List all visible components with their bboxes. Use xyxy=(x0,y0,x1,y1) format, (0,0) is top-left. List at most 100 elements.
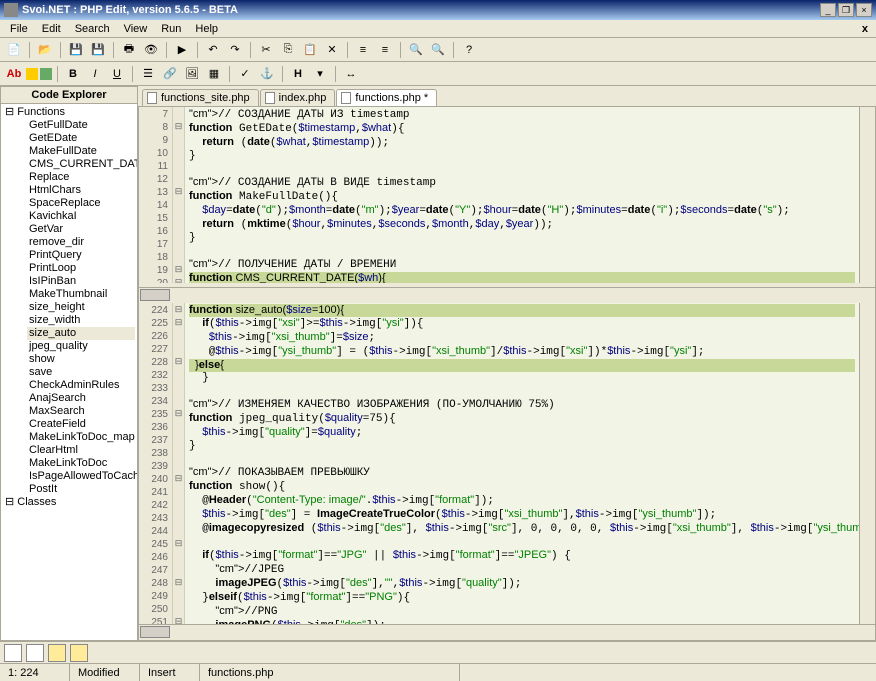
indent-button[interactable]: ≡ xyxy=(353,40,373,60)
tree-item[interactable]: MaxSearch xyxy=(27,405,135,418)
tree-item[interactable]: size_auto xyxy=(27,327,135,340)
tree-item[interactable]: size_width xyxy=(27,314,135,327)
tree-item[interactable]: KavichkaI xyxy=(27,210,135,223)
tree-item[interactable]: IsPageAllowedToCache xyxy=(27,470,135,483)
run-button[interactable]: ▶ xyxy=(172,40,192,60)
status-path: functions.php xyxy=(200,664,460,681)
scrollbar-v-bottom[interactable] xyxy=(859,303,875,624)
copy-button[interactable]: ⎘ xyxy=(278,40,298,60)
tree-item[interactable]: show xyxy=(27,353,135,366)
print-preview-button[interactable]: 👁 xyxy=(141,40,161,60)
misc-button[interactable]: ↔ xyxy=(341,64,361,84)
tree-item[interactable]: ClearHtml xyxy=(27,444,135,457)
tree-item[interactable]: CheckAdminRules xyxy=(27,379,135,392)
minimize-button[interactable]: _ xyxy=(820,3,836,17)
tree-item[interactable]: AnajSearch xyxy=(27,392,135,405)
scrollbar-h-bottom[interactable] xyxy=(139,624,875,640)
sidebar-btn-3[interactable] xyxy=(48,644,66,662)
maximize-button[interactable]: ❐ xyxy=(838,3,854,17)
tree-item[interactable]: Replace xyxy=(27,171,135,184)
sidebar: Code Explorer FunctionsGetFullDateGetEDa… xyxy=(0,86,138,641)
color-c-button[interactable] xyxy=(40,68,52,80)
menu-run[interactable]: Run xyxy=(155,22,187,36)
open-button[interactable]: 📂 xyxy=(35,40,55,60)
tab[interactable]: functions_site.php xyxy=(142,89,259,106)
sidebar-bottom-bar xyxy=(0,641,138,663)
table-button[interactable]: ▦ xyxy=(204,64,224,84)
close-button[interactable]: × xyxy=(856,3,872,17)
cut-button[interactable]: ✂ xyxy=(256,40,276,60)
tree-item[interactable]: GetFullDate xyxy=(27,119,135,132)
tree-item[interactable]: remove_dir xyxy=(27,236,135,249)
fold-gutter-bottom[interactable]: ⊟⊟⊟⊟⊟⊟⊟⊟⊟⊟ xyxy=(173,303,185,624)
menu-search[interactable]: Search xyxy=(69,22,116,36)
tab[interactable]: functions.php * xyxy=(336,89,437,106)
link-button[interactable]: 🔗 xyxy=(160,64,180,84)
paste-button[interactable]: 📋 xyxy=(300,40,320,60)
tree-item[interactable]: GetVar xyxy=(27,223,135,236)
list-button[interactable]: ☰ xyxy=(138,64,158,84)
scrollbar-v-top[interactable] xyxy=(859,107,875,283)
new-file-button[interactable]: 📄 xyxy=(4,40,24,60)
italic-button[interactable]: I xyxy=(85,64,105,84)
editor-pane-bottom[interactable]: 2242252262272282322332342352362372382392… xyxy=(139,303,875,624)
editor-panes: 78910111213141516171819202122 ⊟⊟⊟⊟⊟ "cm"… xyxy=(138,106,876,641)
tree-item[interactable]: MakeThumbnail xyxy=(27,288,135,301)
status-mode: Insert xyxy=(140,664,200,681)
save-button[interactable]: 💾 xyxy=(66,40,86,60)
tree-item[interactable]: SpaceReplace xyxy=(27,197,135,210)
tree-item[interactable]: size_height xyxy=(27,301,135,314)
tree-item[interactable]: MakeFullDate xyxy=(27,145,135,158)
replace-button[interactable]: 🔍 xyxy=(428,40,448,60)
tree-item[interactable]: PostIt xyxy=(27,483,135,496)
save-all-button[interactable]: 💾 xyxy=(88,40,108,60)
heading-dropdown[interactable]: ▾ xyxy=(310,64,330,84)
editor-pane-top[interactable]: 78910111213141516171819202122 ⊟⊟⊟⊟⊟ "cm"… xyxy=(139,107,875,287)
tree-item[interactable]: save xyxy=(27,366,135,379)
delete-button[interactable]: ✕ xyxy=(322,40,342,60)
tab[interactable]: index.php xyxy=(260,89,336,106)
anchor-button[interactable]: ⚓ xyxy=(257,64,277,84)
underline-button[interactable]: U xyxy=(107,64,127,84)
search-button[interactable]: 🔍 xyxy=(406,40,426,60)
menu-help[interactable]: Help xyxy=(189,22,224,36)
redo-button[interactable]: ↷ xyxy=(225,40,245,60)
print-button[interactable]: 🖶 xyxy=(119,40,139,60)
tree-item[interactable]: CMS_CURRENT_DATE xyxy=(27,158,135,171)
menu-edit[interactable]: Edit xyxy=(36,22,67,36)
tree-item[interactable]: HtmlChars xyxy=(27,184,135,197)
help-button[interactable]: ? xyxy=(459,40,479,60)
heading-button[interactable]: H xyxy=(288,64,308,84)
undo-button[interactable]: ↶ xyxy=(203,40,223,60)
tree-item[interactable]: MakeLinkToDoc xyxy=(27,457,135,470)
code-top[interactable]: "cm">// СОЗДАНИЕ ДАТЫ ИЗ timestampfuncti… xyxy=(185,107,859,283)
tree-item[interactable]: jpeg_quality xyxy=(27,340,135,353)
image-button[interactable]: 🖼 xyxy=(182,64,202,84)
editor-area: functions_site.phpindex.phpfunctions.php… xyxy=(138,86,876,641)
check-button[interactable]: ✓ xyxy=(235,64,255,84)
tree-item[interactable]: MakeLinkToDoc_map xyxy=(27,431,135,444)
color-a-button[interactable]: Ab xyxy=(4,64,24,84)
color-b-button[interactable] xyxy=(26,68,38,80)
main-area: Code Explorer FunctionsGetFullDateGetEDa… xyxy=(0,86,876,641)
menu-view[interactable]: View xyxy=(118,22,154,36)
fold-gutter-top[interactable]: ⊟⊟⊟⊟⊟ xyxy=(173,107,185,283)
function-tree[interactable]: FunctionsGetFullDateGetEDateMakeFullDate… xyxy=(1,104,137,640)
sidebar-btn-4[interactable] xyxy=(70,644,88,662)
scrollbar-h-top[interactable] xyxy=(139,287,875,303)
tree-item[interactable]: IsIPinBan xyxy=(27,275,135,288)
tree-item[interactable]: CreateField xyxy=(27,418,135,431)
sidebar-title: Code Explorer xyxy=(1,87,137,104)
sidebar-btn-2[interactable] xyxy=(26,644,44,662)
code-bottom[interactable]: function size_auto($size=100){ if($this-… xyxy=(185,303,859,624)
tree-item[interactable]: GetEDate xyxy=(27,132,135,145)
tree-item[interactable]: PrintQuery xyxy=(27,249,135,262)
bold-button[interactable]: B xyxy=(63,64,83,84)
sidebar-btn-1[interactable] xyxy=(4,644,22,662)
tab-bar: functions_site.phpindex.phpfunctions.php… xyxy=(138,86,876,106)
doc-close-button[interactable]: x xyxy=(858,23,872,35)
status-modified: Modified xyxy=(70,664,140,681)
outdent-button[interactable]: ≡ xyxy=(375,40,395,60)
menu-file[interactable]: File xyxy=(4,22,34,36)
tree-item[interactable]: PrintLoop xyxy=(27,262,135,275)
